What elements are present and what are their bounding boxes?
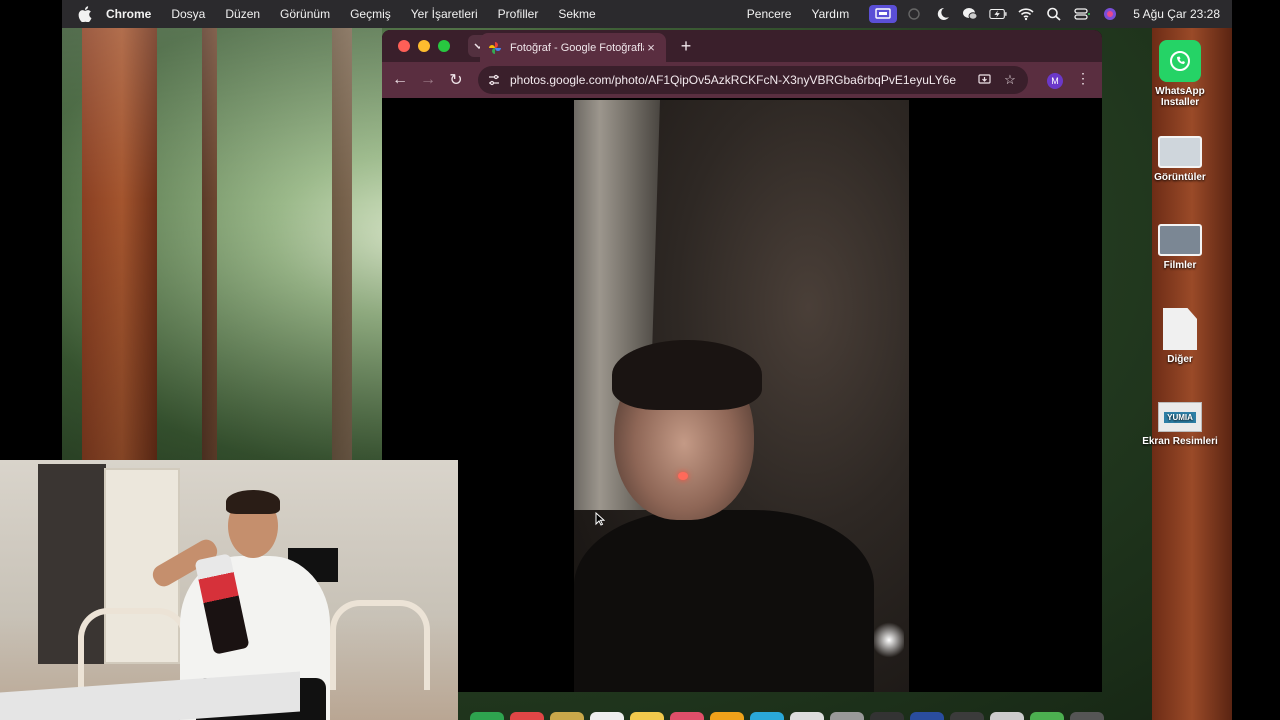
desktop-icon-label: Görüntüler bbox=[1154, 172, 1206, 183]
tab-strip: Fotoğraf - Google Fotoğraflar × + bbox=[382, 30, 1102, 62]
image-folder-icon bbox=[1158, 136, 1202, 168]
dock-app-icon[interactable] bbox=[990, 712, 1024, 720]
new-tab-button[interactable]: + bbox=[676, 36, 696, 57]
apple-icon[interactable] bbox=[78, 6, 92, 23]
dock-app-icon[interactable] bbox=[510, 712, 544, 720]
menu-sekme[interactable]: Sekme bbox=[558, 7, 595, 21]
menu-gecmis[interactable]: Geçmiş bbox=[350, 7, 391, 21]
desktop-icon-diger[interactable]: Diğer bbox=[1135, 308, 1225, 365]
left-border bbox=[0, 28, 62, 460]
dock-app-icon[interactable] bbox=[470, 712, 504, 720]
install-app-icon[interactable] bbox=[976, 72, 992, 88]
menu-dosya[interactable]: Dosya bbox=[171, 7, 205, 21]
desktop-icon-label: WhatsApp Installer bbox=[1155, 86, 1205, 108]
dock-app-icon[interactable] bbox=[590, 712, 624, 720]
photo-person-body bbox=[574, 510, 874, 692]
photo-person-hair bbox=[612, 340, 762, 410]
menu-duzen[interactable]: Düzen bbox=[225, 7, 260, 21]
whatsapp-icon bbox=[1159, 40, 1201, 82]
screen-mirroring-icon[interactable] bbox=[869, 5, 898, 23]
dock-app-icon[interactable] bbox=[950, 712, 984, 720]
webcam-chair bbox=[330, 600, 430, 690]
focus-moon-icon[interactable] bbox=[933, 7, 951, 21]
dock-app-icon[interactable] bbox=[550, 712, 584, 720]
back-button[interactable]: ← bbox=[386, 66, 414, 94]
siri-icon[interactable] bbox=[1101, 7, 1119, 21]
dock-app-icon[interactable] bbox=[1030, 712, 1064, 720]
menu-yardim[interactable]: Yardım bbox=[811, 7, 849, 21]
desktop-icon-ekran-resimleri[interactable]: YUMIA Ekran Resimleri bbox=[1135, 402, 1225, 447]
photo-viewer bbox=[382, 98, 1102, 692]
close-window-button[interactable] bbox=[398, 40, 410, 52]
battery-charging-icon[interactable] bbox=[989, 7, 1007, 21]
desktop-icon-label: Ekran Resimleri bbox=[1142, 436, 1218, 447]
right-border bbox=[1232, 28, 1280, 720]
chrome-window: Fotoğraf - Google Fotoğraflar × + ← → ↻ … bbox=[382, 30, 1102, 692]
google-photos-icon bbox=[489, 41, 501, 54]
menu-profiller[interactable]: Profiller bbox=[498, 7, 539, 21]
dock-app-icon[interactable] bbox=[790, 712, 824, 720]
profile-avatar[interactable]: M bbox=[1047, 73, 1063, 89]
address-bar[interactable]: photos.google.com/photo/AF1QipOv5AzkRCKF… bbox=[478, 66, 1028, 94]
menu-yer-isaretleri[interactable]: Yer İşaretleri bbox=[411, 7, 478, 21]
dock-app-icon[interactable] bbox=[710, 712, 744, 720]
disabled-status-icon bbox=[905, 7, 923, 21]
chrome-menu-icon[interactable]: ⋮ bbox=[1076, 70, 1090, 87]
reload-button[interactable]: ↻ bbox=[442, 66, 470, 94]
document-icon bbox=[1163, 308, 1197, 350]
menu-app-name[interactable]: Chrome bbox=[106, 7, 151, 21]
menubar-clock[interactable]: 5 Ağu Çar 23:28 bbox=[1133, 7, 1220, 21]
yumia-logo-text: YUMIA bbox=[1164, 411, 1196, 423]
wifi-icon[interactable] bbox=[1017, 7, 1035, 21]
desktop-icon-label: Filmler bbox=[1163, 260, 1197, 271]
mouse-cursor-icon bbox=[595, 512, 605, 526]
photo-image[interactable] bbox=[574, 100, 909, 692]
bookmark-star-icon[interactable]: ☆ bbox=[1002, 72, 1018, 88]
menu-pencere[interactable]: Pencere bbox=[747, 7, 792, 21]
site-settings-icon[interactable] bbox=[486, 72, 502, 88]
minimize-window-button[interactable] bbox=[418, 40, 430, 52]
url-text[interactable]: photos.google.com/photo/AF1QipOv5AzkRCKF… bbox=[510, 73, 1028, 87]
dock bbox=[458, 712, 1232, 720]
wechat-icon[interactable] bbox=[961, 7, 979, 21]
dock-app-icon[interactable] bbox=[910, 712, 944, 720]
desktop-icon-whatsapp[interactable]: WhatsApp Installer bbox=[1135, 40, 1225, 108]
dock-app-icon[interactable] bbox=[830, 712, 864, 720]
spotlight-search-icon[interactable] bbox=[1045, 7, 1063, 21]
forward-button[interactable]: → bbox=[414, 66, 442, 94]
wallpaper-shade bbox=[62, 28, 382, 460]
photo-cigarette-glow bbox=[678, 472, 688, 480]
zoom-window-button[interactable] bbox=[438, 40, 450, 52]
tab-close-icon[interactable]: × bbox=[644, 40, 658, 55]
movies-folder-icon bbox=[1158, 224, 1202, 256]
desktop-icon-filmler[interactable]: Filmler bbox=[1135, 224, 1225, 271]
dock-app-icon[interactable] bbox=[670, 712, 704, 720]
photo-light-spot bbox=[874, 620, 904, 660]
desktop-icon-label: Diğer bbox=[1167, 354, 1193, 365]
control-center-icon[interactable] bbox=[1073, 7, 1091, 21]
menu-gorunum[interactable]: Görünüm bbox=[280, 7, 330, 21]
screenshot-folder-icon: YUMIA bbox=[1158, 402, 1202, 432]
dock-app-icon[interactable] bbox=[870, 712, 904, 720]
desktop-icon-goruntuler[interactable]: Görüntüler bbox=[1135, 136, 1225, 183]
webcam-person-hair bbox=[226, 490, 280, 514]
tab-google-photos[interactable]: Fotoğraf - Google Fotoğraflar × bbox=[480, 33, 666, 62]
dock-app-icon[interactable] bbox=[750, 712, 784, 720]
window-controls bbox=[398, 40, 458, 52]
dock-app-icon[interactable] bbox=[1070, 712, 1104, 720]
menu-bar: Chrome Dosya Düzen Görünüm Geçmiş Yer İş… bbox=[62, 0, 1232, 28]
browser-toolbar: ← → ↻ photos.google.com/photo/AF1QipOv5A… bbox=[382, 62, 1102, 98]
tab-title: Fotoğraf - Google Fotoğraflar bbox=[510, 41, 644, 54]
webcam-overlay bbox=[0, 460, 458, 720]
dock-app-icon[interactable] bbox=[630, 712, 664, 720]
